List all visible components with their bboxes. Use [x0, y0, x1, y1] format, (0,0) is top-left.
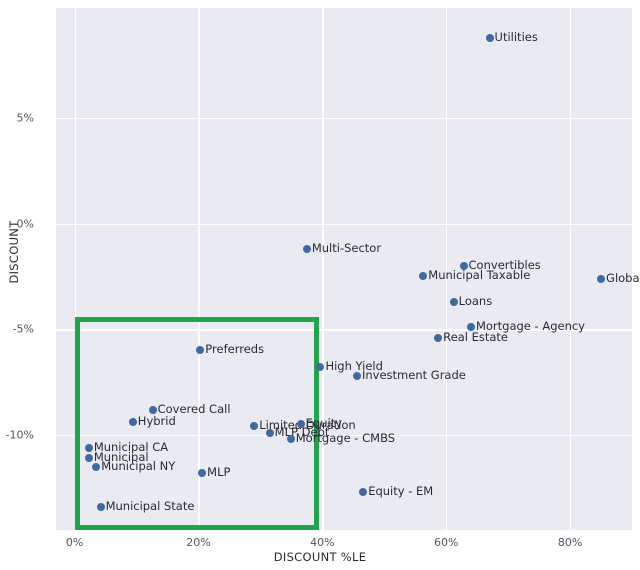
data-point[interactable] — [597, 274, 606, 283]
x-axis-label: DISCOUNT %LE — [273, 550, 367, 564]
gridline-horizontal — [56, 223, 632, 225]
data-point-label: Multi-Sector — [311, 240, 382, 255]
data-point-label: Municipal Taxable — [428, 268, 531, 283]
y-axis-label: DISCOUNT — [7, 220, 21, 284]
data-point[interactable] — [265, 428, 274, 437]
gridline-vertical — [322, 8, 324, 530]
data-point-label: Preferreds — [205, 342, 265, 357]
data-point[interactable] — [92, 462, 101, 471]
data-point[interactable] — [148, 405, 157, 414]
data-point-label: Loans — [458, 293, 493, 308]
data-point[interactable] — [419, 272, 428, 281]
data-point-label: Municipal State — [105, 498, 195, 513]
data-point[interactable] — [434, 333, 443, 342]
data-point[interactable] — [302, 244, 311, 253]
x-tick-label: 40% — [310, 536, 335, 549]
x-tick-label: 60% — [433, 536, 459, 549]
data-point[interactable] — [485, 33, 494, 42]
data-point[interactable] — [96, 502, 105, 511]
data-point-label: Investment Grade — [362, 367, 466, 382]
data-point-label: MLP — [207, 464, 231, 479]
data-point-label: Municipal NY — [101, 458, 176, 473]
data-point-label: Mortgage - CMBS — [295, 431, 396, 446]
data-point[interactable] — [128, 418, 137, 427]
data-point-label: Global Income — [606, 270, 640, 285]
gridline-vertical — [570, 8, 572, 530]
data-point-label: Real Estate — [443, 329, 508, 344]
data-point[interactable] — [196, 346, 205, 355]
x-tick-label: 20% — [186, 536, 211, 549]
data-point[interactable] — [353, 371, 361, 380]
x-tick-label: 0% — [65, 536, 84, 549]
gridline-vertical — [74, 8, 76, 530]
scatter-plot-figure: Utilities Multi-Sector Convertibles Municip… — [0, 0, 640, 570]
data-point-label: Hybrid — [137, 414, 176, 429]
data-point[interactable] — [286, 435, 295, 444]
y-tick-label: 5% — [16, 111, 34, 125]
data-point-label: Utilities — [494, 29, 538, 44]
data-point[interactable] — [359, 487, 368, 496]
data-point[interactable] — [250, 422, 259, 431]
data-point-label: Equity - EM — [368, 483, 434, 498]
x-tick-label: 80% — [557, 536, 583, 549]
gridline-horizontal — [56, 117, 632, 120]
data-point[interactable] — [198, 468, 207, 477]
gridline-vertical — [198, 8, 200, 530]
data-point-label: Covered Call — [157, 401, 231, 416]
plot-area: Utilities Multi-Sector Convertibles Municip… — [56, 8, 640, 530]
y-tick-label: -10% — [5, 428, 34, 442]
data-point[interactable] — [84, 443, 93, 452]
data-point[interactable] — [449, 297, 458, 306]
data-point[interactable] — [84, 454, 93, 463]
